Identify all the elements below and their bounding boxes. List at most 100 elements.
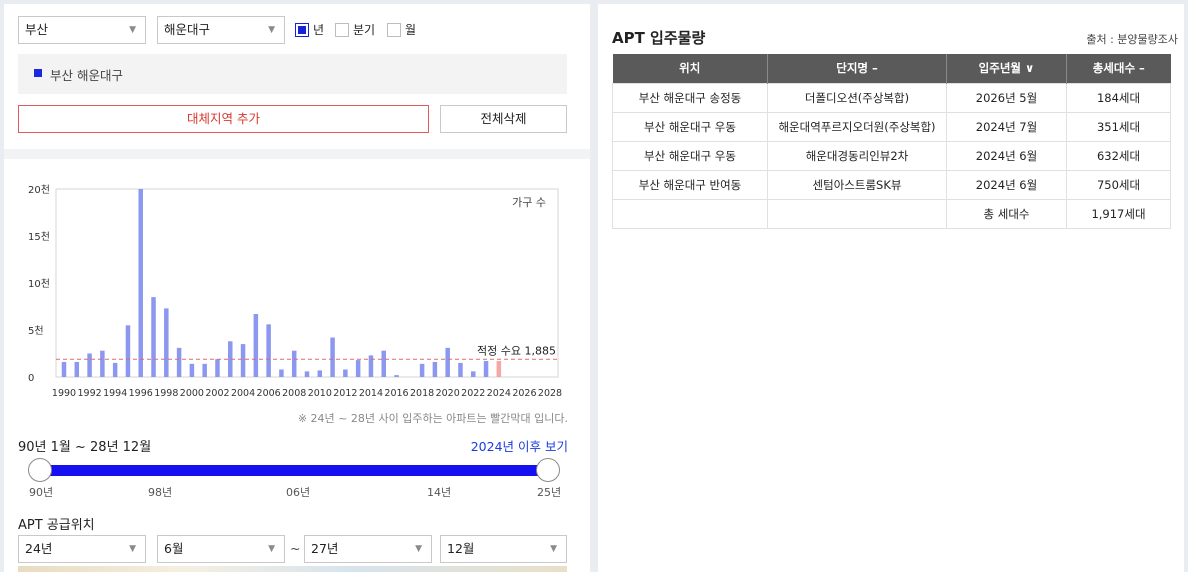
y-tick-label: 20천 <box>28 184 50 196</box>
delete-all-button[interactable]: 전체삭제 <box>440 105 567 133</box>
x-tick-label: 2012 <box>333 388 357 399</box>
bar <box>164 308 169 377</box>
move-in-bar-chart: 05천10천15천20천적정 수요 1,885가구 수1990 1992 1994 1… <box>28 184 562 399</box>
table-row: 부산 해운대구 송정동 더폴디오션(주상복합) 2026년 5월 184세대 <box>612 82 1171 113</box>
to-month-value: 12월 <box>447 541 475 556</box>
bar <box>394 375 399 377</box>
right-panel: APT 입주물량 출처 : 분양물량조사 위치 단지명 – 입주년월 ∨ 총세대… <box>598 4 1184 572</box>
section-divider <box>4 149 590 159</box>
period-quarter-checkbox[interactable]: 분기 <box>335 22 375 38</box>
to-month-select[interactable]: 12월 ▼ <box>440 535 567 563</box>
x-tick-label: 2022 <box>461 388 485 399</box>
bar <box>100 350 105 377</box>
table-total-row: 총 세대수 1,917세대 <box>612 198 1171 229</box>
x-tick-label: 2010 <box>308 388 332 399</box>
column-header-location[interactable]: 위치 <box>612 54 768 83</box>
bar <box>458 362 463 377</box>
cell-location: 부산 해운대구 반여동 <box>612 169 768 200</box>
column-header-complex[interactable]: 단지명 – <box>767 54 947 83</box>
cell-complex: 해운대역푸르지오더원(주상복합) <box>767 111 947 142</box>
bar <box>61 361 67 377</box>
cell-total-units: 1,917세대 <box>1066 198 1171 229</box>
bar <box>317 370 323 377</box>
bar <box>343 369 348 377</box>
bar <box>266 324 271 377</box>
x-tick-label: 2004 <box>231 388 255 399</box>
y-tick-label: 0 <box>28 373 34 384</box>
from-month-value: 6월 <box>164 541 184 556</box>
add-region-button[interactable]: 대체지역 추가 <box>18 105 429 133</box>
bar <box>445 347 450 377</box>
chevron-down-icon: ▼ <box>268 25 275 35</box>
bar <box>151 297 156 377</box>
y-tick-label: 10천 <box>28 278 50 290</box>
bar <box>87 353 92 377</box>
x-tick-label: 1998 <box>154 388 178 399</box>
chevron-down-icon: ▼ <box>550 544 557 554</box>
x-tick-label: 2028 <box>538 388 562 399</box>
column-header-move-in-date[interactable]: 입주년월 ∨ <box>946 54 1067 83</box>
cell-complex: 센텀아스트룸SK뷰 <box>767 169 947 200</box>
y-tick-label: 15천 <box>28 231 50 243</box>
bar <box>291 350 297 377</box>
to-year-select[interactable]: 27년 ▼ <box>304 535 432 563</box>
region-select-value: 부산 <box>25 22 49 37</box>
cell-units: 750세대 <box>1066 169 1171 200</box>
range-tick: 98년 <box>148 486 173 499</box>
cell-location: 부산 해운대구 송정동 <box>612 82 768 113</box>
cell-location: 부산 해운대구 우동 <box>612 111 768 142</box>
from-month-select[interactable]: 6월 ▼ <box>157 535 285 563</box>
bar <box>304 371 310 377</box>
x-tick-label: 2008 <box>282 388 306 399</box>
bar <box>240 344 246 377</box>
range-slider-track[interactable] <box>38 465 552 476</box>
move-in-title: APT 입주물량 <box>612 29 706 47</box>
from-year-value: 24년 <box>25 541 53 556</box>
cell-units: 351세대 <box>1066 111 1171 142</box>
supply-map-preview[interactable] <box>18 566 567 572</box>
cell-move-in-date: 2024년 7월 <box>946 111 1067 142</box>
range-tilde: ~ <box>290 541 301 556</box>
period-quarter-label: 분기 <box>353 23 376 37</box>
period-year-label: 년 <box>313 23 325 37</box>
range-tick: 90년 <box>29 486 54 499</box>
cell-location: 부산 해운대구 우동 <box>612 140 768 171</box>
x-tick-label: 2014 <box>359 388 383 399</box>
x-tick-label: 2020 <box>436 388 460 399</box>
cell-move-in-date: 2024년 6월 <box>946 140 1067 171</box>
chevron-down-icon: ▼ <box>415 544 422 554</box>
left-panel: 부산 ▼ 해운대구 ▼ 년 분기 월 부산 해운대구 대체지역 추가 전체삭제 … <box>4 4 590 572</box>
chart-legend-label: 가구 수 <box>512 196 546 209</box>
move-in-table: 위치 단지명 – 입주년월 ∨ 총세대수 – 부산 해운대구 송정동 더폴디오션… <box>612 54 1171 229</box>
chart-note: ※ 24년 ~ 28년 사이 입주하는 아파트는 빨간막대 입니다. <box>297 412 568 425</box>
bar <box>381 350 386 377</box>
column-header-units[interactable]: 총세대수 – <box>1066 54 1171 83</box>
period-month-checkbox[interactable]: 월 <box>387 22 416 38</box>
data-source: 출처 : 분양물량조사 <box>1086 33 1178 46</box>
supply-location-title: APT 공급위치 <box>18 518 95 533</box>
range-slider-end-handle[interactable] <box>536 458 560 482</box>
reference-line-label: 적정 수요 1,885 <box>477 344 556 357</box>
cell-move-in-date: 2026년 5월 <box>946 82 1067 113</box>
bar <box>176 347 182 377</box>
bar <box>74 361 80 377</box>
period-year-checkbox[interactable]: 년 <box>295 22 324 38</box>
x-tick-label: 2000 <box>180 388 204 399</box>
district-select[interactable]: 해운대구 ▼ <box>157 16 285 44</box>
x-tick-label: 1994 <box>103 388 127 399</box>
bar <box>189 363 195 377</box>
cell-total-label: 총 세대수 <box>946 198 1067 229</box>
bar <box>330 337 335 377</box>
from-year-select[interactable]: 24년 ▼ <box>18 535 146 563</box>
checkbox-icon <box>335 23 349 37</box>
cell-complex: 해운대경동리인뷰2차 <box>767 140 947 171</box>
bar <box>419 363 425 377</box>
table-row: 부산 해운대구 우동 해운대경동리인뷰2차 2024년 6월 632세대 <box>612 140 1171 171</box>
range-slider-start-handle[interactable] <box>28 458 52 482</box>
cell-empty <box>612 198 768 229</box>
x-tick-label: 2002 <box>205 388 229 399</box>
region-select[interactable]: 부산 ▼ <box>18 16 146 44</box>
after-2024-link[interactable]: 2024년 이후 보기 <box>471 436 568 455</box>
cell-move-in-date: 2024년 6월 <box>946 169 1067 200</box>
bar <box>138 189 143 377</box>
